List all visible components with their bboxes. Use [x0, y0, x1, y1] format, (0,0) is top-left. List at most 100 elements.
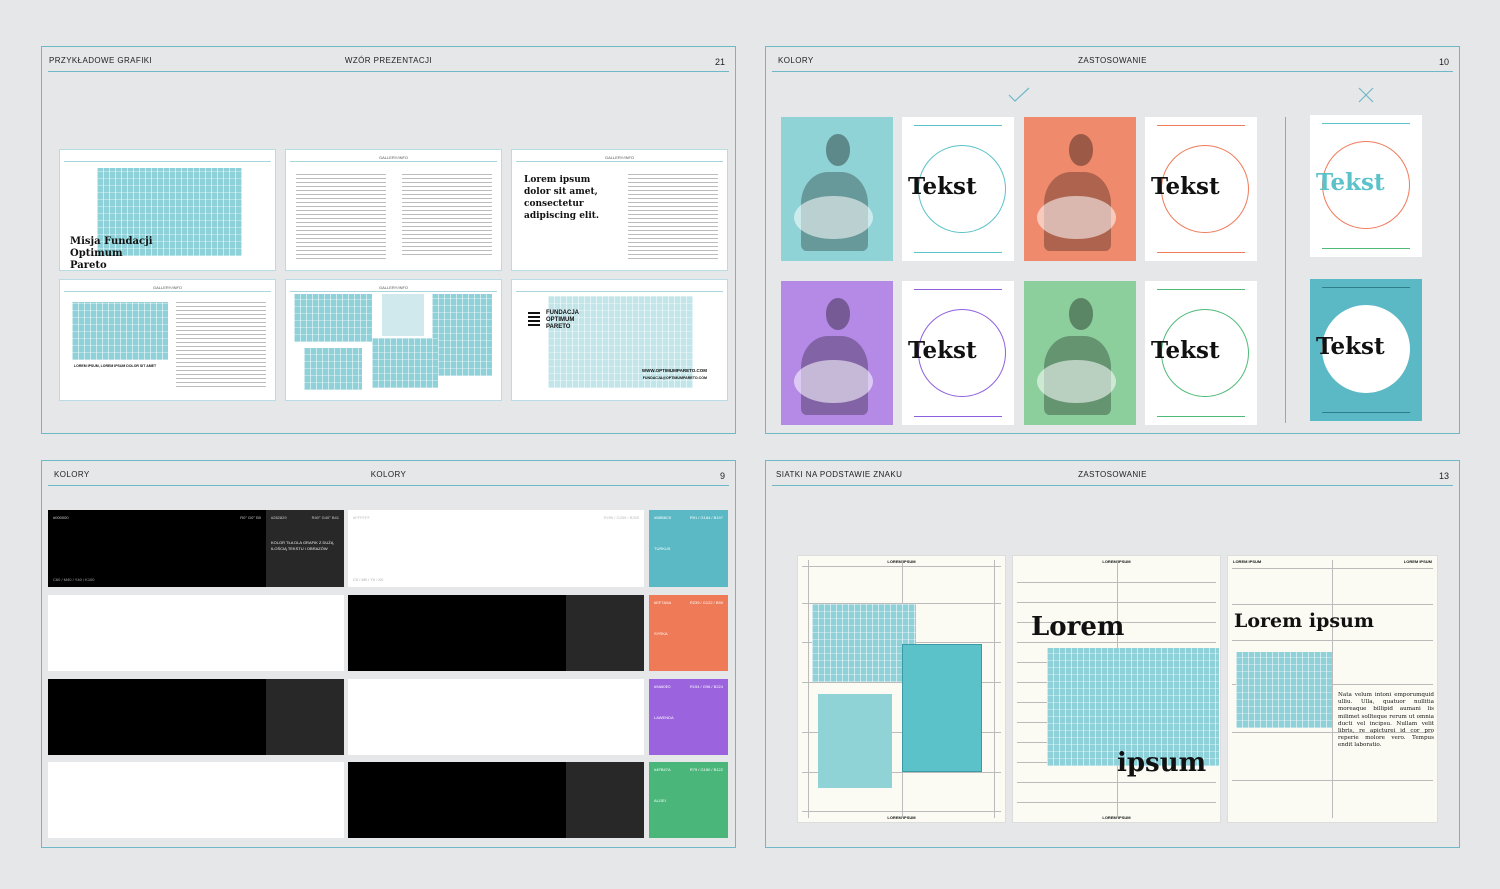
swatch-dark-grey: #282829 R40° G40° B41 KOLOR TŁA DLA GRAF…	[266, 510, 344, 587]
card-top-line	[1157, 125, 1245, 126]
swatch-white-3	[348, 679, 644, 755]
panel-palette: KOLORY KOLORY 9 #000000 R0° G0° B0 C60 /…	[41, 460, 736, 848]
header-rule	[48, 485, 729, 486]
header-rule	[48, 71, 729, 72]
dome-image	[72, 302, 168, 360]
card-top-line	[1322, 123, 1410, 124]
color-rgb: R154 / G96 / B224	[689, 684, 723, 689]
card-bottom-line	[1322, 412, 1410, 413]
figure-head	[825, 134, 851, 166]
figure-nest	[794, 360, 873, 404]
slide-tag: GALLERY/INFO	[378, 155, 409, 160]
grid-page-2: LOREM IPSUM LOREM IPSUM Lorem ipsum	[1012, 555, 1221, 823]
swatch-black-2	[348, 595, 566, 671]
slide-quote-text: Lorem ipsum dolor sit amet, consectetur …	[524, 175, 600, 221]
slide-title-text: Misja Fundacji Optimum Pareto	[70, 236, 153, 271]
slide-email: FUNDACJA@OPTIMUMPARETO.COM	[642, 376, 707, 380]
figure-head	[825, 298, 851, 330]
swatch-black-3	[48, 679, 266, 755]
swatch-accent-turquoise: #5BB8C5 R91 / G184 / B197 TURKUS	[649, 510, 728, 587]
photo-turquoise	[781, 117, 893, 261]
slide-image-text[interactable]: GALLERY/INFO LOREM IPSUM, LOREM IPSUM DO…	[59, 279, 276, 401]
color-rgb: R0° G0° B0	[240, 515, 261, 520]
swatch-dark-4	[566, 762, 644, 838]
panel-header: PRZYKŁADOWE GRAFIKI WZÓR PREZENTACJI 21	[42, 47, 735, 73]
text-column	[628, 174, 718, 260]
color-cmyk: C0 / M0 / Y0 / K0	[353, 577, 384, 582]
swatch-white: #FFFFFF R255 / G255 / B255 C0 / M0 / Y0 …	[348, 510, 644, 587]
slide-rule	[64, 161, 271, 162]
slide-rule	[516, 291, 723, 292]
card-top-line	[914, 125, 1002, 126]
color-rgb: R40° G40° B41	[311, 515, 339, 520]
collage-image-1	[294, 294, 372, 342]
slide-title[interactable]: Misja Fundacji Optimum Pareto	[59, 149, 276, 271]
headline-word-2: ipsum	[1117, 748, 1207, 778]
swatch-white-2	[48, 595, 344, 671]
card-word: Tekst	[1151, 337, 1220, 364]
panel-header: SIATKI NA PODSTAWIE ZNAKU ZASTOSOWANIE 1…	[766, 461, 1459, 487]
panel-presentation-template: PRZYKŁADOWE GRAFIKI WZÓR PREZENTACJI 21 …	[41, 46, 736, 434]
slide-logo-text: FUNDACJA OPTIMUM PARETO	[546, 310, 579, 330]
page-number: 21	[714, 57, 725, 67]
divider	[1285, 117, 1286, 423]
color-code: #000000	[53, 515, 69, 520]
swatch-black-4	[348, 762, 566, 838]
collage-image-2	[382, 294, 424, 336]
slide-rule	[290, 291, 497, 292]
grid-page-1: LOREM IPSUM LOREM IPSUM	[797, 555, 1006, 823]
grid-line	[1332, 560, 1333, 818]
card-top-line	[914, 289, 1002, 290]
panel-grids: SIATKI NA PODSTAWIE ZNAKU ZASTOSOWANIE 1…	[765, 460, 1460, 848]
card-word: Tekst	[1151, 173, 1220, 200]
card-top-line	[1322, 287, 1410, 288]
color-code: #EF7A5A	[654, 600, 672, 605]
panel-title-center: ZASTOSOWANIE	[1078, 470, 1147, 479]
slide-contact[interactable]: FUNDACJA OPTIMUM PARETO WWW.OPTIMUMPARET…	[511, 279, 728, 401]
card-word: Tekst	[1316, 333, 1385, 360]
swatch-accent-green: #4FB47A R79 / G180 / B122 ALGEI	[649, 762, 728, 838]
card-coral: Tekst	[1145, 117, 1257, 261]
text-column	[296, 174, 386, 262]
card-wrong-1: Tekst	[1310, 115, 1422, 257]
collage-image-5	[372, 338, 438, 388]
card-bottom-line	[1157, 252, 1245, 253]
card-violet: Tekst	[902, 281, 1014, 425]
swatch-accent-violet: #9A60E0 R154 / G96 / B224 LAWENDA	[649, 679, 728, 755]
slide-quote[interactable]: GALLERY/INFO Lorem ipsum dolor sit amet,…	[511, 149, 728, 271]
panel-header: KOLORY KOLORY 9	[42, 461, 735, 487]
page-label-right: LOREM IPSUM	[1403, 559, 1432, 564]
color-name: TURKUS	[654, 546, 671, 551]
slide-text-columns[interactable]: GALLERY/INFO	[285, 149, 502, 271]
logo-icon	[528, 312, 540, 328]
color-rgb: R239 / G122 / B90	[689, 600, 723, 605]
color-name: LAWENDA	[654, 715, 674, 720]
panel-title-center: ZASTOSOWANIE	[1078, 56, 1147, 65]
color-cmyk: C60 / M40 / Y40 / K100	[53, 577, 95, 582]
body-text: Nata velum intoni emporumquid ulliu. Ull…	[1338, 692, 1434, 749]
figure-head	[1068, 298, 1094, 330]
card-bottom-line	[1157, 416, 1245, 417]
card-top-line	[1157, 289, 1245, 290]
card-bottom-line	[914, 416, 1002, 417]
grid-line	[808, 560, 809, 818]
swatch-white-4	[48, 762, 344, 838]
color-name: ALGEI	[654, 798, 666, 803]
slide-collage[interactable]: GALLERY/INFO	[285, 279, 502, 401]
color-name: SYRKA	[654, 631, 668, 636]
check-icon	[1008, 87, 1030, 102]
slide-rule	[516, 161, 723, 162]
slide-caption: LOREM IPSUM, LOREM IPSUM DOLOR SIT AMET	[74, 364, 157, 368]
slide-tag: GALLERY/INFO	[152, 285, 183, 290]
card-wrong-2: Tekst	[1310, 279, 1422, 421]
card-bottom-line	[914, 252, 1002, 253]
collage-image-4	[304, 348, 362, 390]
card-word: Tekst	[908, 337, 977, 364]
cross-icon	[1358, 87, 1374, 103]
photo-coral	[1024, 117, 1136, 261]
headline: Lorem ipsum	[1234, 610, 1374, 632]
building-image	[1236, 652, 1332, 728]
color-rgb: R91 / G184 / B197	[689, 515, 723, 520]
page-number: 9	[719, 471, 725, 481]
color-rgb: R79 / G180 / B122	[689, 767, 723, 772]
